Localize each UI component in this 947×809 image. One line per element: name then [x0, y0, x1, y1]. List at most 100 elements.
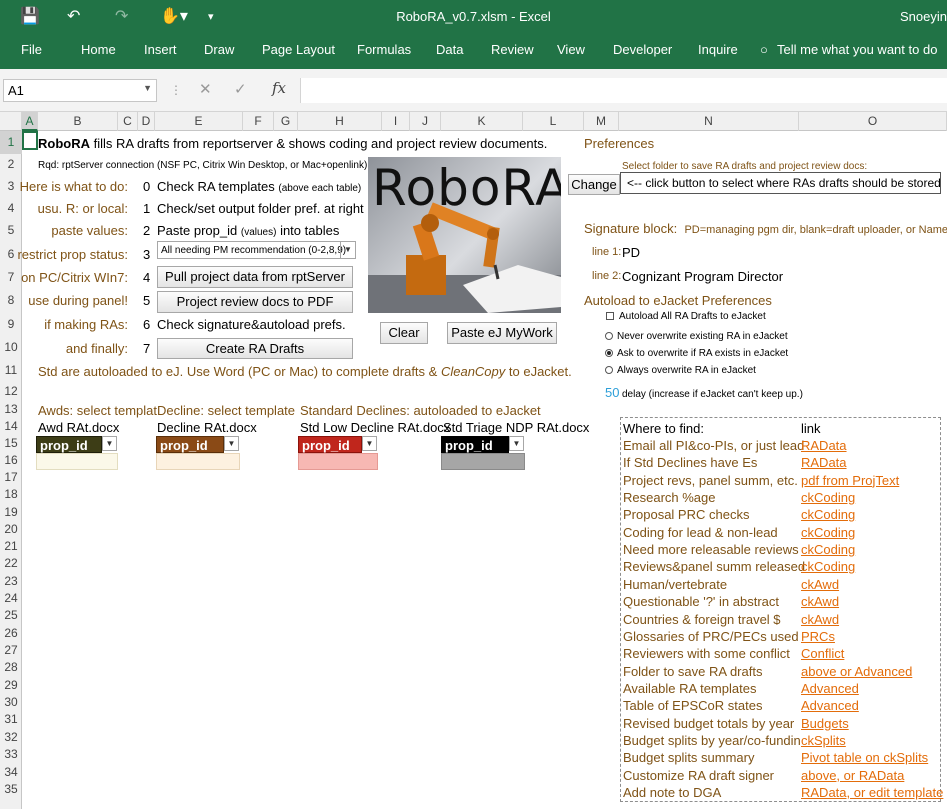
tab-insert[interactable]: Insert	[144, 42, 177, 57]
paste-ej-mywork-button[interactable]: Paste eJ MyWork	[447, 322, 557, 344]
find-item-link[interactable]: ckAwd	[801, 611, 839, 628]
column-header-j[interactable]: J	[410, 112, 441, 131]
column-header-a[interactable]: A	[22, 112, 38, 131]
find-item-link[interactable]: Advanced	[801, 680, 859, 697]
std-low-decline-table-body[interactable]	[298, 453, 378, 470]
row-header[interactable]: 31	[0, 711, 22, 728]
column-header-n[interactable]: N	[619, 112, 799, 131]
row-header[interactable]: 23	[0, 572, 22, 590]
find-item-link[interactable]: Advanced	[801, 697, 859, 714]
find-item-link[interactable]: ckCoding	[801, 558, 855, 575]
find-item-link[interactable]: RAData	[801, 454, 847, 471]
tab-inquire[interactable]: Inquire	[698, 42, 738, 57]
row-header[interactable]: 13	[0, 401, 22, 418]
decline-table-body[interactable]	[156, 453, 240, 470]
select-all-corner[interactable]	[0, 112, 22, 131]
std-triage-table-body[interactable]	[441, 453, 525, 470]
row-header[interactable]: 8	[0, 289, 22, 312]
row-header[interactable]: 25	[0, 607, 22, 624]
find-item-link[interactable]: Pivot table on ckSplits	[801, 749, 928, 766]
row-header[interactable]: 20	[0, 521, 22, 538]
insert-function-icon[interactable]: fx	[272, 79, 286, 97]
enter-icon[interactable]: ✓	[234, 80, 247, 98]
row-header[interactable]: 10	[0, 336, 22, 359]
find-item-link[interactable]: ckAwd	[801, 576, 839, 593]
delay-value[interactable]: 50	[605, 384, 619, 401]
column-header-e[interactable]: E	[155, 112, 243, 131]
column-header-b[interactable]: B	[38, 112, 118, 131]
filter-dropdown-icon[interactable]: ▼	[362, 436, 377, 451]
column-header-f[interactable]: F	[243, 112, 274, 131]
row-header[interactable]: 35	[0, 781, 22, 798]
awd-table-body[interactable]	[36, 453, 118, 470]
line-1-value[interactable]: PD	[622, 244, 640, 261]
column-header-c[interactable]: C	[118, 112, 138, 131]
chevron-down-icon[interactable]: ▼	[143, 83, 152, 93]
column-header-g[interactable]: G	[274, 112, 298, 131]
formula-input[interactable]	[300, 78, 947, 103]
tab-draw[interactable]: Draw	[204, 42, 234, 57]
find-item-link[interactable]: ckCoding	[801, 489, 855, 506]
row-header[interactable]: 27	[0, 642, 22, 659]
tab-view[interactable]: View	[557, 42, 585, 57]
row-header[interactable]: 9	[0, 312, 22, 336]
pull-project-data-button[interactable]: Pull project data from rptServer	[157, 266, 353, 288]
filter-dropdown-icon[interactable]: ▼	[224, 436, 239, 451]
find-item-link[interactable]: ckCoding	[801, 506, 855, 523]
line-2-value[interactable]: Cognizant Program Director	[622, 268, 783, 285]
row-header[interactable]: 30	[0, 694, 22, 711]
chevron-down-icon[interactable]: ▼	[340, 242, 355, 258]
find-item-link[interactable]: Conflict	[801, 645, 844, 662]
clear-button[interactable]: Clear	[380, 322, 428, 344]
row-header[interactable]: 33	[0, 746, 22, 763]
row-header[interactable]: 22	[0, 555, 22, 572]
row-header[interactable]: 29	[0, 676, 22, 694]
prop-status-dropdown[interactable]: All needing PM recommendation (0-2,8,9) ▼	[157, 241, 356, 259]
tab-file[interactable]: File	[21, 42, 42, 57]
tab-page-layout[interactable]: Page Layout	[262, 42, 335, 57]
row-header[interactable]: 19	[0, 503, 22, 521]
always-overwrite-radio[interactable]	[605, 366, 613, 374]
review-docs-pdf-button[interactable]: Project review docs to PDF	[157, 291, 353, 313]
never-overwrite-radio[interactable]	[605, 332, 613, 340]
row-header[interactable]: 11	[0, 359, 22, 382]
row-header[interactable]: 17	[0, 469, 22, 486]
user-name[interactable]: Snoeyin	[900, 9, 947, 24]
row-header[interactable]: 34	[0, 763, 22, 781]
column-header-l[interactable]: L	[523, 112, 584, 131]
tab-home[interactable]: Home	[81, 42, 116, 57]
find-item-link[interactable]: pdf from ProjText	[801, 472, 899, 489]
change-folder-button[interactable]: Change	[568, 174, 620, 195]
name-box[interactable]: A1 ▼	[3, 79, 157, 102]
column-header-h[interactable]: H	[298, 112, 382, 131]
find-item-link[interactable]: Budgets	[801, 715, 849, 732]
row-header[interactable]: 12	[0, 382, 22, 401]
find-item-link[interactable]: ckCoding	[801, 524, 855, 541]
row-header[interactable]: 14	[0, 418, 22, 435]
row-header[interactable]: 16	[0, 452, 22, 469]
column-header-k[interactable]: K	[441, 112, 523, 131]
tell-me-search[interactable]: Tell me what you want to do	[777, 42, 937, 57]
find-item-link[interactable]: above or Advanced	[801, 663, 912, 680]
row-header[interactable]: 5	[0, 219, 22, 242]
ask-overwrite-radio[interactable]	[605, 349, 613, 357]
tab-formulas[interactable]: Formulas	[357, 42, 411, 57]
find-item-link[interactable]: RAData, or edit template	[801, 784, 943, 801]
column-header-o[interactable]: O	[799, 112, 947, 131]
column-header-i[interactable]: I	[382, 112, 410, 131]
find-item-link[interactable]: ckSplits	[801, 732, 846, 749]
row-header[interactable]: 32	[0, 728, 22, 746]
row-header[interactable]: 26	[0, 624, 22, 642]
row-header[interactable]: 1	[0, 131, 22, 154]
row-header[interactable]: 24	[0, 590, 22, 607]
row-header[interactable]: 18	[0, 486, 22, 503]
output-folder-field[interactable]: <-- click button to select where RAs dra…	[620, 172, 941, 194]
tab-data[interactable]: Data	[436, 42, 463, 57]
find-item-link[interactable]: PRCs	[801, 628, 835, 645]
find-item-link[interactable]: above, or RAData	[801, 767, 904, 784]
filter-dropdown-icon[interactable]: ▼	[509, 436, 524, 451]
row-header[interactable]: 4	[0, 197, 22, 219]
tab-review[interactable]: Review	[491, 42, 534, 57]
column-header-m[interactable]: M	[584, 112, 619, 131]
row-header[interactable]: 15	[0, 435, 22, 452]
